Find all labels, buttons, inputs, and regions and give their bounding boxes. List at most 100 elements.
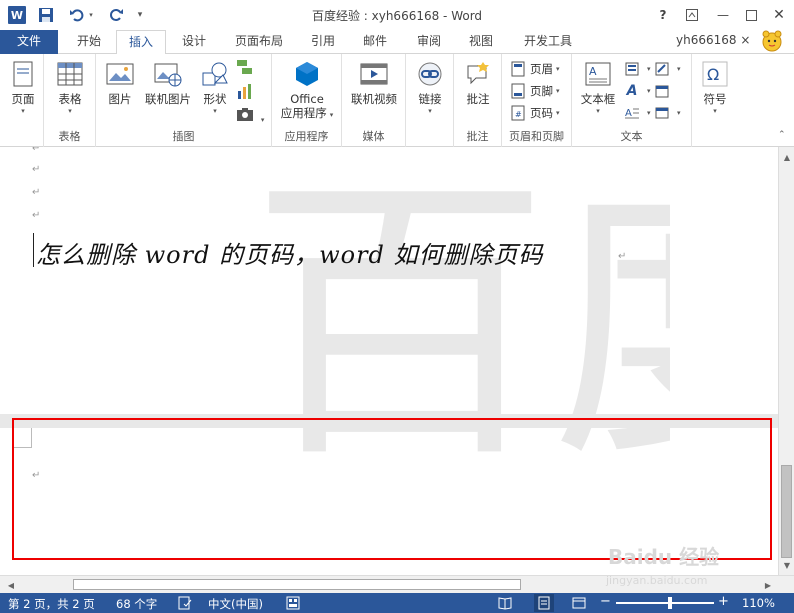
signature-line-button[interactable]: ▾ xyxy=(654,59,681,79)
tab-mailings[interactable]: 邮件 xyxy=(352,30,398,54)
zoom-level[interactable]: 110% xyxy=(742,596,775,610)
chart-icon xyxy=(238,84,251,99)
read-mode-icon[interactable] xyxy=(498,596,512,613)
page-number-button[interactable]: # 页码 ▾ xyxy=(510,103,560,123)
comment-label: 批注 xyxy=(466,92,490,106)
close-button[interactable]: ✕ xyxy=(766,4,792,26)
tab-developer[interactable]: 开发工具 xyxy=(512,30,584,54)
footer-icon xyxy=(511,83,525,99)
chart-button[interactable] xyxy=(236,82,262,102)
group-header-footer: 页眉 ▾ 页脚 ▾ # 页码 ▾ 页眉和页脚 xyxy=(502,54,572,147)
macro-icon[interactable] xyxy=(286,596,300,613)
document-area[interactable]: 百度 ↵ ↵ ↵ ↵ 怎么删除 word 的页码，word 如何删除页码 ↵ ↵ xyxy=(0,147,778,575)
group-tables: 表格 ▾ 表格 xyxy=(44,54,96,147)
language[interactable]: 中文(中国) xyxy=(208,596,263,612)
online-picture-button[interactable]: 联机图片 xyxy=(142,58,194,124)
scroll-up-icon[interactable]: ▲ xyxy=(779,149,794,165)
header-button[interactable]: 页眉 ▾ xyxy=(510,59,560,79)
picture-icon xyxy=(106,63,134,85)
page-count[interactable]: 第 2 页，共 2 页 xyxy=(8,596,95,612)
online-picture-label: 联机图片 xyxy=(145,92,191,106)
textbox-label: 文本框 xyxy=(580,92,616,106)
tab-review[interactable]: 审阅 xyxy=(406,30,452,54)
ribbon-display-icon xyxy=(686,9,698,21)
ribbon-options-button[interactable] xyxy=(679,4,705,26)
scroll-left-icon[interactable]: ◀ xyxy=(3,577,19,593)
shapes-label: 形状 xyxy=(203,92,227,106)
online-video-label: 联机视频 xyxy=(351,92,397,106)
symbol-dropdown-icon: ▾ xyxy=(713,107,717,115)
screenshot-button[interactable]: ▾ xyxy=(236,106,266,126)
picture-label: 图片 xyxy=(108,92,132,106)
object-button[interactable]: ▾ xyxy=(654,103,681,123)
minimize-button[interactable]: — xyxy=(710,4,736,26)
group-links: 链接 ▾ xyxy=(406,54,454,147)
drop-cap-icon: A xyxy=(625,108,639,119)
comment-button[interactable]: 批注 xyxy=(455,58,501,124)
help-button[interactable]: ? xyxy=(650,4,676,26)
object-icon xyxy=(655,107,669,119)
tab-file[interactable]: 文件 xyxy=(0,30,58,54)
tab-view[interactable]: 视图 xyxy=(458,30,504,54)
user-avatar-icon[interactable] xyxy=(760,28,784,52)
group-label-text: 文本 xyxy=(620,130,643,143)
zoom-in-icon[interactable]: + xyxy=(718,594,729,609)
group-apps: Office 应用程序 ▾ 应用程序 xyxy=(272,54,342,147)
tab-references[interactable]: 引用 xyxy=(300,30,346,54)
picture-button[interactable]: 图片 xyxy=(98,58,142,124)
drop-cap-button[interactable]: A ▾ xyxy=(624,103,651,123)
vertical-scroll-thumb[interactable] xyxy=(781,465,792,558)
office-label: Office xyxy=(290,92,324,106)
zoom-out-icon[interactable]: − xyxy=(600,594,611,609)
shapes-icon xyxy=(202,62,228,86)
baidu-logo-icon: Baidu 经验 jingyan.baidu.com xyxy=(605,545,719,587)
horizontal-scroll-thumb[interactable] xyxy=(73,579,521,590)
print-layout-icon[interactable] xyxy=(534,594,554,612)
shapes-button[interactable]: 形状 ▾ xyxy=(196,58,234,124)
symbol-label: 符号 xyxy=(703,92,727,106)
wordart-button[interactable]: A ▾ xyxy=(624,81,651,101)
document-heading[interactable]: 怎么删除 word 的页码，word 如何删除页码 xyxy=(36,235,544,270)
text-cursor xyxy=(33,233,34,267)
zoom-slider-thumb[interactable] xyxy=(667,597,672,609)
quick-parts-button[interactable]: ▾ xyxy=(624,59,651,79)
smartart-button[interactable] xyxy=(236,58,262,78)
pages-button[interactable]: 页面 ▾ xyxy=(0,58,46,124)
online-video-button[interactable]: 联机视频 xyxy=(346,58,402,124)
table-button[interactable]: 表格 ▾ xyxy=(47,58,93,124)
scroll-down-icon[interactable]: ▼ xyxy=(779,557,794,573)
proofing-book-icon xyxy=(178,596,192,610)
date-time-button[interactable] xyxy=(654,81,674,101)
textbox-icon: A xyxy=(585,62,611,86)
office-apps-button[interactable]: Office 应用程序 ▾ xyxy=(276,58,338,124)
links-dropdown-icon: ▾ xyxy=(428,107,432,115)
group-label-apps: 应用程序 xyxy=(284,130,329,143)
paragraph-mark: ↵ xyxy=(618,251,627,262)
proofing-icon[interactable] xyxy=(178,596,192,613)
symbol-button[interactable]: Ω 符号 ▾ xyxy=(692,58,738,124)
group-text: A 文本框 ▾ ▾ A ▾ A ▾ ▾ ▾ 文本 xyxy=(572,54,692,147)
tab-insert[interactable]: 插入 xyxy=(116,30,166,55)
quick-parts-dropdown-icon: ▾ xyxy=(647,65,651,73)
collapse-ribbon-icon[interactable]: ⌃ xyxy=(778,130,786,140)
user-account[interactable]: yh666168 × xyxy=(676,33,750,47)
maximize-button[interactable] xyxy=(738,4,764,26)
zoom-slider[interactable] xyxy=(616,602,714,604)
book-icon xyxy=(498,597,512,610)
vertical-scrollbar[interactable]: ▲ ▼ xyxy=(778,147,794,575)
textbox-button[interactable]: A 文本框 ▾ xyxy=(576,58,620,124)
web-layout-icon[interactable] xyxy=(572,596,586,613)
links-button[interactable]: 链接 ▾ xyxy=(407,58,453,124)
word-count[interactable]: 68 个字 xyxy=(116,596,157,612)
quick-parts-icon xyxy=(625,62,639,76)
macro-record-icon xyxy=(286,596,300,610)
tab-home[interactable]: 开始 xyxy=(64,30,114,54)
online-picture-icon xyxy=(154,63,182,87)
tab-page-layout[interactable]: 页面布局 xyxy=(224,30,294,54)
footer-button[interactable]: 页脚 ▾ xyxy=(510,81,560,101)
pages-dropdown-icon: ▾ xyxy=(21,107,25,115)
scroll-right-icon[interactable]: ▶ xyxy=(760,577,776,593)
calendar-icon xyxy=(655,85,669,98)
tab-design[interactable]: 设计 xyxy=(170,30,218,54)
video-icon xyxy=(360,63,388,85)
